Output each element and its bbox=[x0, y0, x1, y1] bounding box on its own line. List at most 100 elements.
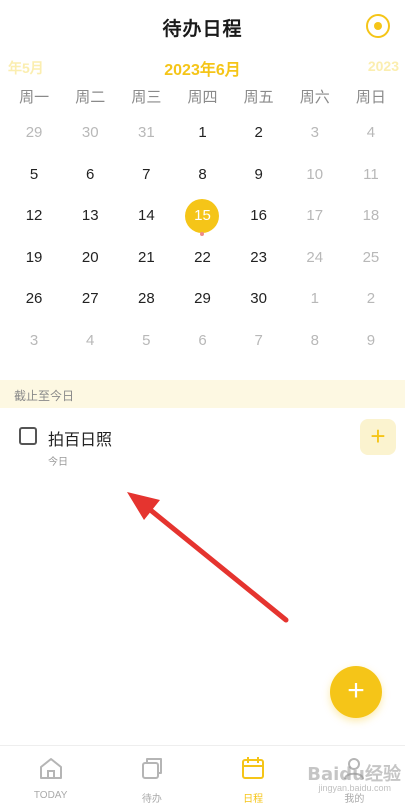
weekday-label: 周日 bbox=[355, 89, 386, 106]
calendar-day[interactable]: 11 bbox=[343, 154, 399, 196]
day-number: 24 bbox=[306, 248, 324, 266]
day-number: 1 bbox=[198, 124, 207, 142]
calendar-day[interactable]: 30 bbox=[62, 112, 118, 154]
calendar-day[interactable]: 13 bbox=[62, 195, 118, 237]
day-number: 3 bbox=[310, 124, 319, 142]
month-switcher: 年5月 2023年6月 2023 bbox=[0, 56, 405, 79]
calendar-day[interactable]: 30 bbox=[231, 278, 287, 320]
day-number: 9 bbox=[366, 331, 376, 349]
calendar-day[interactable]: 19 bbox=[6, 237, 62, 279]
current-month-label: 2023年6月 bbox=[164, 62, 241, 79]
tab-schedule[interactable]: 日程 bbox=[203, 746, 304, 809]
calendar-day[interactable]: 6 bbox=[62, 154, 118, 196]
calendar-day[interactable]: 29 bbox=[6, 112, 62, 154]
calendar-day[interactable]: 31 bbox=[118, 112, 174, 154]
calendar-day[interactable]: 5 bbox=[118, 320, 174, 362]
calendar-day[interactable]: 1 bbox=[287, 278, 343, 320]
calendar-day[interactable]: 14 bbox=[118, 195, 174, 237]
calendar-day[interactable]: 5 bbox=[6, 154, 62, 196]
calendar-day[interactable]: 27 bbox=[62, 278, 118, 320]
calendar-day[interactable]: 10 bbox=[287, 154, 343, 196]
day-number: 16 bbox=[250, 207, 267, 225]
calendar-day[interactable]: 21 bbox=[118, 237, 174, 279]
day-number: 4 bbox=[86, 331, 95, 349]
calendar-day[interactable]: 18 bbox=[343, 195, 399, 237]
day-number: 12 bbox=[25, 207, 43, 225]
weekday-label: 周四 bbox=[187, 89, 218, 106]
add-subtask-button[interactable]: + bbox=[360, 419, 396, 455]
calendar-day[interactable]: 6 bbox=[174, 320, 230, 362]
calendar-day[interactable]: 3 bbox=[6, 320, 62, 362]
weekday-label: 周二 bbox=[75, 89, 106, 106]
day-number: 8 bbox=[310, 331, 319, 349]
calendar-day[interactable]: 17 bbox=[287, 195, 343, 237]
section-label: 截止至今日 bbox=[14, 389, 75, 403]
calendar-day[interactable]: 9 bbox=[231, 154, 287, 196]
weekday-label: 周一 bbox=[19, 89, 50, 106]
day-number: 29 bbox=[25, 124, 43, 142]
calendar-day[interactable]: 4 bbox=[62, 320, 118, 362]
calendar-day[interactable]: 28 bbox=[118, 278, 174, 320]
home-icon bbox=[39, 758, 62, 779]
day-number: 14 bbox=[138, 207, 155, 225]
day-number: 22 bbox=[194, 248, 211, 266]
stack-icon bbox=[141, 758, 162, 779]
calendar-day[interactable]: 9 bbox=[343, 320, 399, 362]
calendar-day[interactable]: 2 bbox=[231, 112, 287, 154]
day-number: 19 bbox=[25, 248, 43, 266]
calendar-day[interactable]: 1 bbox=[174, 112, 230, 154]
day-number: 7 bbox=[142, 165, 151, 183]
calendar-day[interactable]: 23 bbox=[231, 237, 287, 279]
weekday-label: 周六 bbox=[299, 89, 330, 106]
day-number: 30 bbox=[250, 290, 267, 308]
tab-today[interactable]: TODAY bbox=[0, 746, 101, 809]
day-number: 29 bbox=[194, 290, 211, 308]
weekday-header: 周一 周二 周三 周四 周五 周六 周日 bbox=[6, 86, 399, 107]
day-number: 13 bbox=[81, 207, 99, 225]
watermark-url: jingyan.baidu.com bbox=[318, 783, 391, 793]
calendar-day-selected[interactable]: 15 bbox=[174, 195, 230, 237]
weekday-label: 周五 bbox=[243, 89, 274, 106]
day-number: 8 bbox=[198, 165, 207, 183]
calendar-day[interactable]: 20 bbox=[62, 237, 118, 279]
calendar-day[interactable]: 29 bbox=[174, 278, 230, 320]
day-number: 31 bbox=[138, 124, 155, 142]
calendar-day[interactable]: 25 bbox=[343, 237, 399, 279]
calendar-day[interactable]: 24 bbox=[287, 237, 343, 279]
target-dot bbox=[374, 22, 382, 30]
day-number: 2 bbox=[366, 290, 376, 308]
weekday-label: 周三 bbox=[131, 89, 162, 106]
calendar-day[interactable]: 12 bbox=[6, 195, 62, 237]
task-checkbox[interactable] bbox=[19, 427, 37, 445]
day-number: 23 bbox=[250, 248, 267, 266]
add-fab-button[interactable]: + bbox=[330, 666, 382, 718]
calendar-day[interactable]: 4 bbox=[343, 112, 399, 154]
day-number: 11 bbox=[363, 165, 379, 183]
day-number: 6 bbox=[86, 165, 95, 183]
calendar-day[interactable]: 26 bbox=[6, 278, 62, 320]
calendar-day[interactable]: 3 bbox=[287, 112, 343, 154]
day-number: 27 bbox=[81, 290, 99, 308]
calendar-day[interactable]: 7 bbox=[231, 320, 287, 362]
calendar-grid: 29 30 31 1 2 3 4 5 6 7 8 9 10 11 12 13 14 15 16 17 18 19 20 21 2… bbox=[6, 112, 399, 361]
day-number: 20 bbox=[81, 248, 99, 266]
tab-label: 待办 bbox=[141, 794, 162, 805]
day-number: 7 bbox=[254, 331, 263, 349]
calendar-day[interactable]: 8 bbox=[287, 320, 343, 362]
page-title: 待办日程 bbox=[162, 19, 243, 40]
next-month-label[interactable]: 2023 bbox=[368, 58, 399, 74]
day-number: 25 bbox=[362, 248, 380, 266]
target-icon[interactable] bbox=[366, 14, 390, 38]
calendar-day[interactable]: 8 bbox=[174, 154, 230, 196]
day-number: 9 bbox=[254, 165, 263, 183]
day-number: 28 bbox=[138, 290, 155, 308]
day-number: 6 bbox=[198, 331, 207, 349]
calendar-day[interactable]: 16 bbox=[231, 195, 287, 237]
task-item[interactable]: 拍百日照 今日 + bbox=[0, 418, 405, 470]
calendar-day[interactable]: 22 bbox=[174, 237, 230, 279]
tab-todo[interactable]: 待办 bbox=[101, 746, 202, 809]
section-header: 截止至今日 bbox=[0, 380, 405, 408]
task-name: 拍百日照 bbox=[48, 432, 113, 449]
calendar-day[interactable]: 2 bbox=[343, 278, 399, 320]
calendar-day[interactable]: 7 bbox=[118, 154, 174, 196]
